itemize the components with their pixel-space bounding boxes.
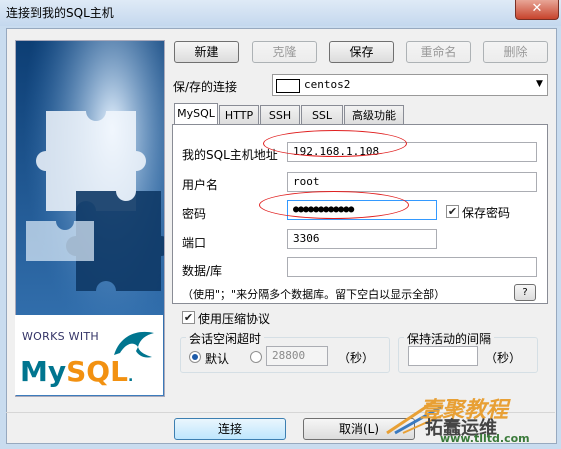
tab-mysql[interactable]: MySQL — [174, 103, 218, 125]
default-radio-label: 默认 — [205, 352, 230, 366]
password-label: 密码 — [182, 207, 207, 221]
rename-button[interactable]: 重命名 — [406, 41, 471, 63]
timeout-input[interactable]: 28800 — [266, 346, 328, 366]
port-label: 端口 — [182, 236, 207, 250]
help-button[interactable]: ? — [514, 284, 536, 301]
delete-button[interactable]: 删除 — [483, 41, 548, 63]
tab-http[interactable]: HTTP — [219, 105, 259, 125]
session-timeout-title: 会话空闲超时 — [186, 330, 265, 347]
host-label: 我的SQL主机地址 — [182, 148, 278, 162]
username-input[interactable]: root — [287, 172, 537, 192]
timeout-unit: （秒） — [338, 351, 375, 365]
tab-advanced[interactable]: 高级功能 — [344, 105, 404, 125]
dolphin-icon — [110, 325, 158, 364]
saved-connection-value: centos2 — [304, 78, 351, 91]
connect-button[interactable]: 连接 — [174, 418, 286, 440]
save-password-label: 保存密码 — [462, 206, 511, 220]
new-button[interactable]: 新建 — [174, 41, 239, 63]
clone-button[interactable]: 克隆 — [252, 41, 317, 63]
database-label: 数据/库 — [182, 264, 223, 278]
watermark-line3: www.tlltd.com — [440, 432, 530, 445]
custom-timeout-radio[interactable] — [250, 351, 262, 363]
username-label: 用户名 — [182, 178, 219, 192]
password-annotation-ellipse — [259, 191, 409, 219]
host-annotation-ellipse — [263, 130, 407, 157]
saved-connection-label: 保/存的连接 — [173, 80, 238, 94]
tab-ssh[interactable]: SSH — [260, 105, 300, 125]
works-with-text: WORKS WITH — [22, 330, 99, 343]
save-password-checkbox[interactable]: ✔ — [446, 205, 459, 218]
close-button[interactable]: ✕ — [515, 0, 559, 20]
keepalive-input[interactable] — [408, 346, 478, 366]
default-radio[interactable] — [189, 351, 201, 363]
save-button[interactable]: 保存 — [329, 41, 394, 63]
chevron-down-icon[interactable]: ▼ — [536, 79, 543, 89]
window-title: 连接到我的SQL主机 — [6, 6, 114, 20]
database-hint: （使用"；"来分隔多个数据库。留下空白以显示全部） — [182, 288, 446, 301]
checkmark-icon: ✔ — [447, 205, 458, 218]
keepalive-title: 保持活动的间隔 — [404, 330, 495, 347]
connection-color-swatch — [276, 79, 300, 93]
port-input[interactable]: 3306 — [287, 229, 437, 249]
checkmark-icon: ✔ — [183, 311, 194, 324]
compression-checkbox[interactable]: ✔ — [182, 311, 195, 324]
tab-ssl[interactable]: SSL — [301, 105, 343, 125]
compression-label: 使用压缩协议 — [198, 312, 271, 326]
database-input[interactable] — [287, 257, 537, 277]
keepalive-unit: （秒） — [485, 351, 522, 365]
